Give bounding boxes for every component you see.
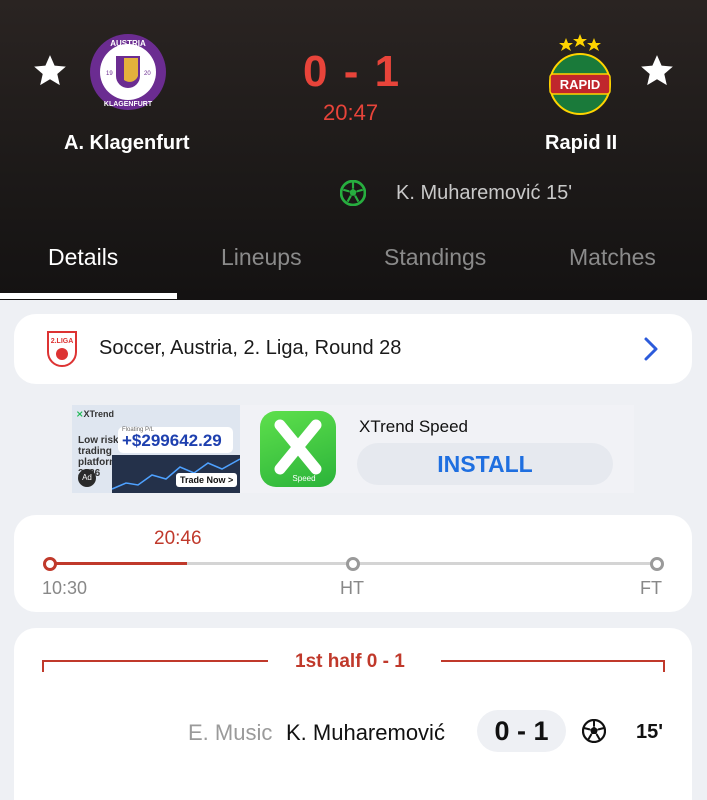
- home-crest-year-right: 20: [144, 71, 151, 77]
- timeline-current-time: 20:46: [154, 528, 202, 549]
- active-tab-indicator: [0, 293, 177, 299]
- favorite-home-star-icon[interactable]: [31, 52, 69, 90]
- breadcrumb-text: Soccer, Austria, 2. Liga, Round 28: [99, 337, 402, 359]
- ad-app-sub: Speed: [292, 474, 315, 483]
- half-divider-tick-right: [663, 660, 665, 672]
- event-score: 0 - 1: [477, 710, 566, 752]
- tab-lineups[interactable]: Lineups: [221, 244, 302, 271]
- timeline-ft-label: FT: [640, 578, 662, 598]
- chevron-right-icon: [644, 337, 658, 361]
- timeline-start-marker: [43, 557, 57, 571]
- half-divider-right: [441, 660, 665, 662]
- away-team-name[interactable]: Rapid II: [545, 132, 617, 155]
- goal-ball-icon: [340, 180, 366, 206]
- match-header: AUSTRIA KLAGENFURT 19 20 0 - 1 20:47 RAP…: [0, 0, 707, 300]
- league-logo-icon: 2.LIGA: [47, 331, 77, 367]
- tab-bar: Details Lineups Standings Matches: [0, 236, 707, 300]
- home-team-name[interactable]: A. Klagenfurt: [64, 132, 190, 155]
- ad-app-icon: Speed: [260, 411, 336, 487]
- ad-trade-now-button: Trade Now >: [176, 473, 238, 487]
- timeline-progress: [50, 562, 187, 565]
- away-team-crest: RAPID: [544, 34, 616, 118]
- half-divider-left: [42, 660, 268, 662]
- ad-banner[interactable]: ⨯XTrend Low risk trading platform 2026 F…: [72, 405, 634, 493]
- ad-balance-amount: +$299642.29: [122, 431, 222, 450]
- home-crest-top-text: AUSTRIA: [110, 39, 146, 48]
- soccer-ball-icon: [582, 719, 606, 743]
- tab-details[interactable]: Details: [48, 244, 118, 271]
- event-row[interactable]: E. Music K. Muharemović 0 - 1 15': [14, 710, 692, 754]
- ad-creative: ⨯XTrend Low risk trading platform 2026 F…: [72, 405, 240, 493]
- ad-brand: ⨯XTrend: [76, 409, 115, 419]
- ad-badge: Ad: [78, 469, 96, 487]
- event-scorer: K. Muharemović: [286, 720, 445, 745]
- goal-event: K. Muharemović 15': [340, 180, 572, 206]
- home-crest-year-left: 19: [106, 71, 113, 77]
- tab-standings[interactable]: Standings: [384, 244, 486, 271]
- home-team-crest: AUSTRIA KLAGENFURT 19 20: [88, 32, 168, 112]
- timeline-ht-label: HT: [340, 578, 364, 598]
- favorite-away-star-icon[interactable]: [638, 52, 676, 90]
- tab-matches[interactable]: Matches: [569, 244, 656, 271]
- away-crest-text: RAPID: [560, 77, 600, 92]
- timeline-start-label: 10:30: [42, 578, 88, 598]
- league-logo-text: 2.LIGA: [51, 338, 74, 345]
- ad-install-button[interactable]: INSTALL: [357, 443, 613, 485]
- match-score: 0 - 1: [303, 47, 402, 96]
- timeline-ht-marker: [346, 557, 360, 571]
- goal-event-text: K. Muharemović 15': [396, 181, 573, 204]
- match-clock: 20:47: [323, 100, 379, 125]
- event-minute: 15': [636, 721, 664, 743]
- ad-brand-text: XTrend: [83, 409, 115, 419]
- timeline-ft-marker: [650, 557, 664, 571]
- competition-breadcrumb[interactable]: 2.LIGA Soccer, Austria, 2. Liga, Round 2…: [14, 314, 692, 384]
- half-summary: 1st half 0 - 1 E. Music K. Muharemović 0…: [14, 628, 692, 800]
- ad-balance-card: Floating P/L +$299642.29: [118, 427, 233, 453]
- match-timeline: 20:46 10:30 HT FT: [14, 515, 692, 612]
- half-title: 1st half 0 - 1: [295, 651, 405, 672]
- event-assist: E. Music: [188, 720, 273, 745]
- home-crest-bottom-text: KLAGENFURT: [104, 101, 153, 108]
- ad-app-title: XTrend Speed: [359, 417, 468, 436]
